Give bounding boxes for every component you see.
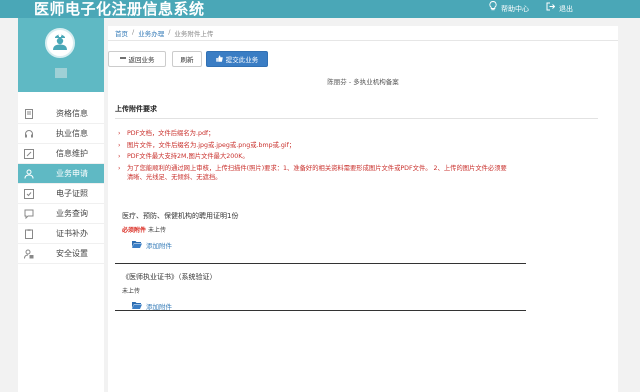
page-subtitle: 陈丽芬 - 多执业机构备案 (327, 78, 399, 86)
breadcrumb: 首页 / 业务办理 / 业务附件上传 (115, 28, 213, 38)
sidebar-item-query[interactable]: 业务查询 (18, 204, 104, 224)
headset-icon (24, 129, 34, 139)
help-center-button[interactable]: 帮助中心 (489, 0, 529, 18)
requirement-item: › PDF文档，文件后缀名为.pdf； (118, 130, 215, 137)
logout-button[interactable]: 退出 (546, 0, 573, 18)
thumbs-up-icon (216, 54, 223, 64)
sidebar-item-maintenance[interactable]: 信息维护 (18, 144, 104, 164)
sidebar-item-label: 业务申请 (56, 169, 88, 178)
divider (115, 310, 526, 311)
sidebar-item-reissue[interactable]: 证书补办 (18, 224, 104, 244)
sidebar-item-label: 业务查询 (56, 209, 88, 218)
breadcrumb-separator: / (132, 28, 135, 36)
requirement-item: › 为了您能顺利的通过网上审核，上传扫描件(照片)要求：1、准备好的相关资料需要形… (118, 164, 507, 182)
add-attachment-label: 添加附件 (146, 242, 172, 250)
logout-icon (546, 0, 556, 18)
sidebar-item-qualification[interactable]: 资格信息 (18, 104, 104, 124)
requirement-item: › 图片文件，文件后缀名为.jpg或.jpeg或.png或.bmp或.gif； (118, 141, 296, 149)
sidebar-item-label: 资格信息 (56, 109, 88, 118)
add-attachment-button[interactable]: 添加附件 (132, 240, 598, 250)
attachment-title: 医疗、预防、保健机构的聘用证明1份 (122, 212, 239, 220)
sidebar-item-security[interactable]: 安全设置 (18, 244, 104, 264)
upload-status: 未上传 (148, 227, 167, 234)
app-title: 医师电子化注册信息系统 (34, 0, 205, 18)
back-to-business-button[interactable]: 返回业务 (108, 51, 166, 67)
sidebar-nav: 资格信息 执业信息 信息维护 业务申请 电子证照 业务查询 证书补办 安全设置 (18, 104, 104, 264)
attachment-title: 《医师执业证书》（系统验证） (122, 273, 217, 281)
upload-status: 未上传 (122, 288, 141, 295)
main-panel: 首页 / 业务办理 / 业务附件上传 返回业务 刷新 提交此业务 陈丽芬 - 多… (108, 26, 618, 392)
requirements-title: 上传附件要求 (115, 105, 157, 113)
divider (108, 40, 618, 41)
chevron-right-icon: › (118, 153, 121, 160)
minus-icon (119, 55, 126, 63)
avatar[interactable] (45, 28, 75, 58)
submit-business-button[interactable]: 提交此业务 (206, 51, 268, 67)
clipboard-icon (24, 229, 34, 239)
chevron-right-icon: › (118, 130, 121, 137)
attachment-item: 《医师执业证书》（系统验证） 未上传 添加附件 (115, 263, 598, 311)
submit-button-label: 提交此业务 (225, 56, 259, 64)
logout-label: 退出 (559, 5, 573, 13)
breadcrumb-business[interactable]: 业务办理 (138, 28, 164, 38)
sidebar-item-label: 信息维护 (56, 149, 88, 158)
breadcrumb-home[interactable]: 首页 (115, 28, 128, 38)
sidebar-item-practice[interactable]: 执业信息 (18, 124, 104, 144)
breadcrumb-separator: / (168, 28, 171, 36)
sidebar: 资格信息 执业信息 信息维护 业务申请 电子证照 业务查询 证书补办 安全设置 (18, 18, 104, 392)
chevron-right-icon: › (118, 141, 121, 149)
back-button-label: 返回业务 (128, 56, 155, 64)
breadcrumb-current: 业务附件上传 (174, 30, 214, 38)
user-icon (24, 169, 34, 179)
sidebar-item-e-certificate[interactable]: 电子证照 (18, 184, 104, 204)
attachment-status-row: 未上传 (122, 286, 598, 295)
help-center-label: 帮助中心 (501, 5, 529, 13)
lightbulb-icon (489, 0, 497, 18)
attachment-status-row: 必须附件 未上传 (122, 225, 598, 234)
document-icon (24, 109, 34, 119)
divider (115, 263, 526, 264)
divider (115, 118, 598, 119)
profile-panel (18, 18, 104, 92)
edit-icon (24, 149, 34, 159)
sidebar-item-label: 执业信息 (56, 129, 88, 138)
folder-open-icon (132, 240, 142, 250)
person-lock-icon (24, 249, 34, 259)
top-header: 医师电子化注册信息系统 帮助中心 退出 (0, 0, 640, 18)
required-badge: 必须附件 (122, 227, 147, 234)
requirement-item: › PDF文件最大支持2M,图片文件最大200K。 (118, 153, 249, 160)
chat-icon (24, 209, 34, 219)
sidebar-item-label: 安全设置 (56, 249, 88, 258)
doctor-icon (50, 31, 70, 55)
sidebar-item-business-apply[interactable]: 业务申请 (18, 164, 104, 184)
refresh-button[interactable]: 刷新 (172, 51, 202, 67)
username-redacted (55, 68, 67, 78)
attachment-item: 医疗、预防、保健机构的聘用证明1份 必须附件 未上传 添加附件 (115, 211, 598, 250)
refresh-button-label: 刷新 (180, 56, 194, 64)
chevron-right-icon: › (118, 164, 121, 172)
sidebar-item-label: 电子证照 (56, 189, 88, 198)
certificate-icon (24, 189, 34, 199)
sidebar-item-label: 证书补办 (56, 229, 88, 238)
requirements-list: › PDF文档，文件后缀名为.pdf； › 图片文件，文件后缀名为.jpg或.jpe… (118, 129, 513, 185)
